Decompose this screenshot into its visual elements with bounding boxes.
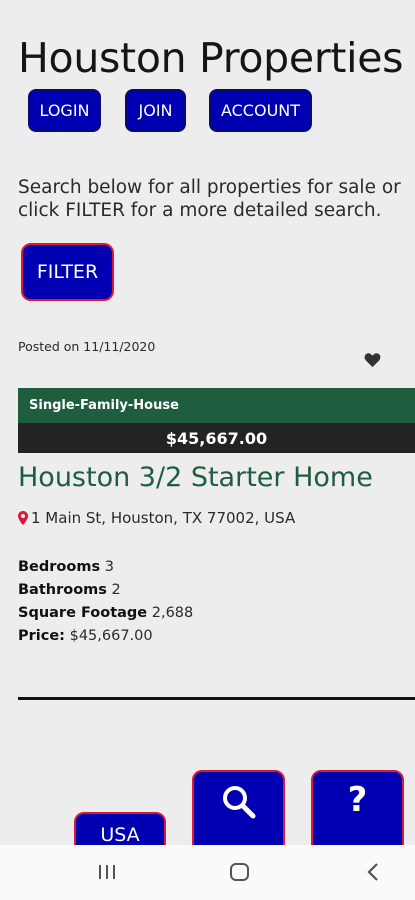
detail-value: 2,688 [151, 605, 194, 621]
detail-label: Bedrooms [18, 559, 101, 575]
detail-value: 2 [111, 582, 121, 598]
detail-value: 3 [104, 559, 114, 575]
detail-row-bathrooms: Bathrooms 2 [18, 579, 193, 602]
home-icon[interactable] [229, 862, 250, 882]
price-banner-label: $45,667.00 [165, 428, 268, 448]
intro-line-2: click FILTER for a more detailed search. [18, 200, 382, 221]
listing-details: Bedrooms 3 Bathrooms 2 Square Footage 2,… [18, 556, 193, 648]
detail-label: Square Footage [18, 605, 148, 621]
detail-row-square-footage: Square Footage 2,688 [18, 602, 193, 625]
join-button[interactable]: JOIN [125, 89, 186, 132]
detail-label: Bathrooms [18, 582, 107, 598]
posted-date: Posted on 11/11/2020 [18, 339, 156, 354]
detail-row-bedrooms: Bedrooms 3 [18, 556, 193, 579]
listing-address: 1 Main St, Houston, TX 77002, USA [18, 509, 295, 527]
page-title: Houston Properties [18, 34, 404, 82]
account-button[interactable]: ACCOUNT [209, 89, 312, 132]
detail-value: $45,667.00 [69, 628, 153, 644]
back-icon[interactable] [366, 862, 380, 882]
heart-icon[interactable] [364, 352, 381, 368]
help-button-label: ? [347, 780, 368, 820]
price-banner: $45,667.00 [18, 423, 415, 453]
address-text: 1 Main St, Houston, TX 77002, USA [31, 509, 296, 527]
intro-line-1: Search below for all properties for sale… [18, 177, 401, 198]
detail-label: Price: [18, 628, 65, 644]
detail-row-price: Price: $45,667.00 [18, 625, 193, 648]
usa-button-label: USA [100, 824, 140, 846]
map-pin-icon [18, 511, 28, 525]
system-navigation-bar [0, 845, 415, 900]
search-icon [222, 786, 255, 819]
recent-apps-icon[interactable] [97, 862, 117, 882]
listing-divider [18, 697, 415, 700]
intro-text: Search below for all properties for sale… [18, 176, 415, 222]
property-type-label: Single-Family-House [29, 398, 179, 413]
listing-title[interactable]: Houston 3/2 Starter Home [18, 462, 373, 493]
login-button[interactable]: LOGIN [28, 89, 101, 132]
filter-button[interactable]: FILTER [21, 243, 114, 301]
property-type-banner: Single-Family-House [18, 388, 415, 423]
